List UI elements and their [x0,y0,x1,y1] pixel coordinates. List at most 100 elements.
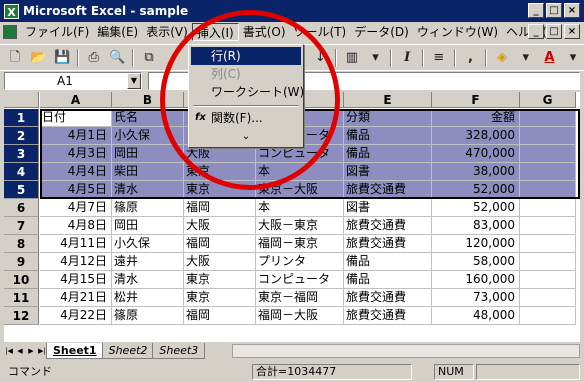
italic-icon[interactable]: I [396,47,418,69]
menu-view[interactable]: 表示(V) [142,23,192,41]
column-header-g[interactable]: G [520,92,576,108]
cell-e7[interactable]: 旅費交通費 [344,217,432,235]
row-header[interactable]: 3 [4,145,39,163]
cell-e3[interactable]: 備品 [344,145,432,163]
cell-c9[interactable]: 大阪 [184,253,256,271]
column-header-e[interactable]: E [344,92,432,108]
cell-a2[interactable]: 4月1日 [40,127,112,145]
doc-minimize-button[interactable]: _ [528,24,544,39]
dropdown-arrow-icon[interactable]: ▾ [365,47,387,69]
prev-sheet-icon[interactable]: ◀ [15,345,25,357]
cell-b12[interactable]: 篠原 [112,307,184,325]
cell-g1[interactable] [520,109,576,127]
cell-c11[interactable]: 東京 [184,289,256,307]
doc-restore-button[interactable]: □ [546,24,562,39]
cell-b7[interactable]: 岡田 [112,217,184,235]
cell-b10[interactable]: 清水 [112,271,184,289]
cell-e6[interactable]: 図書 [344,199,432,217]
column-header-a[interactable]: A [40,92,112,108]
insert-column-item[interactable]: 列(C) [191,65,301,83]
row-header[interactable]: 4 [4,163,39,181]
cell-d12[interactable]: 福岡－大阪 [256,307,344,325]
cell-g2[interactable] [520,127,576,145]
menu-edit[interactable]: 編集(E) [93,23,142,41]
open-icon[interactable]: 📂 [28,47,50,69]
cell-g5[interactable] [520,181,576,199]
cell-f6[interactable]: 52,000 [432,199,520,217]
preview-icon[interactable]: 🔍 [107,47,129,69]
cell-d9[interactable]: プリンタ [256,253,344,271]
cell-e10[interactable]: 備品 [344,271,432,289]
cell-d4[interactable]: 本 [256,163,344,181]
cell-c12[interactable]: 福岡 [184,307,256,325]
cell-d8[interactable]: 福岡－東京 [256,235,344,253]
row-header[interactable]: 9 [4,253,39,271]
cell-e11[interactable]: 旅費交通費 [344,289,432,307]
cell-b2[interactable]: 小久保 [112,127,184,145]
cell-f4[interactable]: 38,000 [432,163,520,181]
first-sheet-icon[interactable]: |◀ [4,345,14,357]
row-header[interactable]: 1 [4,109,39,127]
cell-e1[interactable]: 分類 [344,109,432,127]
cell-a8[interactable]: 4月11日 [40,235,112,253]
cell-g12[interactable] [520,307,576,325]
cell-a6[interactable]: 4月7日 [40,199,112,217]
cell-a7[interactable]: 4月8日 [40,217,112,235]
horizontal-scrollbar[interactable] [232,344,580,358]
cell-e8[interactable]: 旅費交通費 [344,235,432,253]
cell-e12[interactable]: 旅費交通費 [344,307,432,325]
cell-f7[interactable]: 83,000 [432,217,520,235]
save-icon[interactable]: 💾 [51,47,73,69]
cell-f1[interactable]: 金額 [432,109,520,127]
cell-a3[interactable]: 4月3日 [40,145,112,163]
column-header-f[interactable]: F [432,92,520,108]
cell-f11[interactable]: 73,000 [432,289,520,307]
fill-dropdown-icon[interactable]: ▾ [515,47,537,69]
cell-b9[interactable]: 遠井 [112,253,184,271]
cell-g8[interactable] [520,235,576,253]
cell-d7[interactable]: 大阪－東京 [256,217,344,235]
font-color-icon[interactable]: A [539,47,561,69]
cell-c5[interactable]: 東京 [184,181,256,199]
cell-b8[interactable]: 小久保 [112,235,184,253]
column-header-b[interactable]: B [112,92,184,108]
cell-c10[interactable]: 東京 [184,271,256,289]
cell-g10[interactable] [520,271,576,289]
fill-color-icon[interactable]: ◈ [491,47,513,69]
menu-data[interactable]: データ(D) [350,23,413,41]
cell-e2[interactable]: 備品 [344,127,432,145]
menu-window[interactable]: ウィンドウ(W) [413,23,502,41]
row-header[interactable]: 7 [4,217,39,235]
maximize-button[interactable]: □ [546,3,562,18]
cell-g3[interactable] [520,145,576,163]
menu-file[interactable]: ファイル(F) [21,23,93,41]
chart-wizard-icon[interactable]: ▥ [341,47,363,69]
workbook-icon[interactable] [3,25,17,39]
expand-menu-icon[interactable]: ⌄ [189,131,303,142]
sheet-tab-2[interactable]: Sheet2 [101,342,155,359]
cell-f2[interactable]: 328,000 [432,127,520,145]
select-all-corner[interactable] [4,92,39,108]
row-header[interactable]: 11 [4,289,39,307]
cell-b3[interactable]: 岡田 [112,145,184,163]
row-header[interactable]: 2 [4,127,39,145]
font-color-dropdown-icon[interactable]: ▾ [562,47,584,69]
cell-c7[interactable]: 大阪 [184,217,256,235]
sort-descending-icon[interactable]: ↓ [309,47,331,69]
cell-b6[interactable]: 篠原 [112,199,184,217]
cell-c4[interactable]: 東京 [184,163,256,181]
close-button[interactable]: × [564,3,580,18]
copy-icon[interactable]: ⧉ [138,47,160,69]
cell-d5[interactable]: 東京－大阪 [256,181,344,199]
next-sheet-icon[interactable]: ▶ [26,345,36,357]
cell-d11[interactable]: 東京－福岡 [256,289,344,307]
minimize-button[interactable]: _ [528,3,544,18]
cell-a11[interactable]: 4月21日 [40,289,112,307]
name-box-dropdown-icon[interactable]: ▼ [127,73,141,89]
cell-a12[interactable]: 4月22日 [40,307,112,325]
name-box[interactable]: A1 ▼ [4,72,142,90]
cell-f8[interactable]: 120,000 [432,235,520,253]
menu-tools[interactable]: ツール(T) [290,23,351,41]
cell-e9[interactable]: 備品 [344,253,432,271]
row-header[interactable]: 10 [4,271,39,289]
